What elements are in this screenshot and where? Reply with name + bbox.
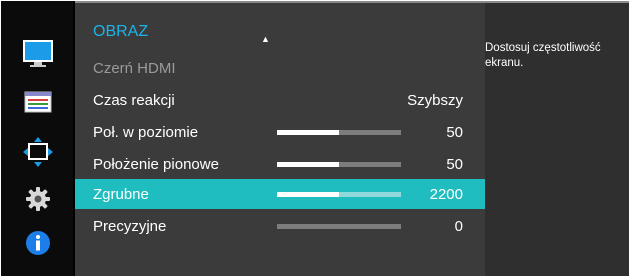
menu-item-value: 50 <box>446 156 463 173</box>
monitor-osd: OBRAZ ▲ Czerń HDMI Czas reakcji Szybszy … <box>1 1 629 276</box>
information-icon[interactable] <box>23 228 53 258</box>
info-panel: Dostosuj częstotliwość ekranu. <box>485 1 629 276</box>
osd-menu-panel: OBRAZ ▲ Czerń HDMI Czas reakcji Szybszy … <box>75 1 485 276</box>
slider-fill <box>277 130 339 135</box>
settings-gear-icon[interactable] <box>23 184 53 214</box>
menu-item-hdmi-black-level: Czerń HDMI <box>75 53 485 83</box>
menu-item-fine[interactable]: Precyzyjne 0 <box>75 211 485 241</box>
scroll-up-arrow-icon[interactable]: ▲ <box>261 34 270 44</box>
menu-item-value: 0 <box>454 218 463 235</box>
info-description: Dostosuj częstotliwość ekranu. <box>485 42 601 69</box>
menu-item-label: Położenie pionowe <box>93 156 219 173</box>
menu-item-value: Szybszy <box>407 92 463 109</box>
menu-item-label: Precyzyjne <box>93 218 167 235</box>
osd-sidebar <box>1 1 73 276</box>
coarse-slider[interactable] <box>277 192 401 197</box>
menu-item-response-time[interactable]: Czas reakcji Szybszy <box>75 85 485 115</box>
menu-item-value: 2200 <box>429 186 463 203</box>
position-size-icon[interactable] <box>23 137 53 167</box>
h-position-slider[interactable] <box>277 130 401 135</box>
v-position-slider[interactable] <box>277 162 401 167</box>
menu-item-h-position[interactable]: Poł. w poziomie 50 <box>75 117 485 147</box>
menu-item-v-position[interactable]: Położenie pionowe 50 <box>75 149 485 179</box>
menu-item-label: Czerń HDMI <box>93 60 176 77</box>
fine-slider[interactable] <box>277 224 401 229</box>
onscreen-display-icon[interactable] <box>23 88 53 118</box>
menu-item-coarse[interactable]: Zgrubne 2200 <box>75 179 485 209</box>
menu-item-value: 50 <box>446 124 463 141</box>
slider-fill <box>277 192 339 197</box>
menu-item-label: Poł. w poziomie <box>93 124 199 141</box>
menu-title: OBRAZ <box>93 23 149 40</box>
menu-item-label: Czas reakcji <box>93 92 175 109</box>
menu-item-label: Zgrubne <box>93 186 149 203</box>
slider-fill <box>277 162 339 167</box>
picture-icon[interactable] <box>23 39 53 69</box>
